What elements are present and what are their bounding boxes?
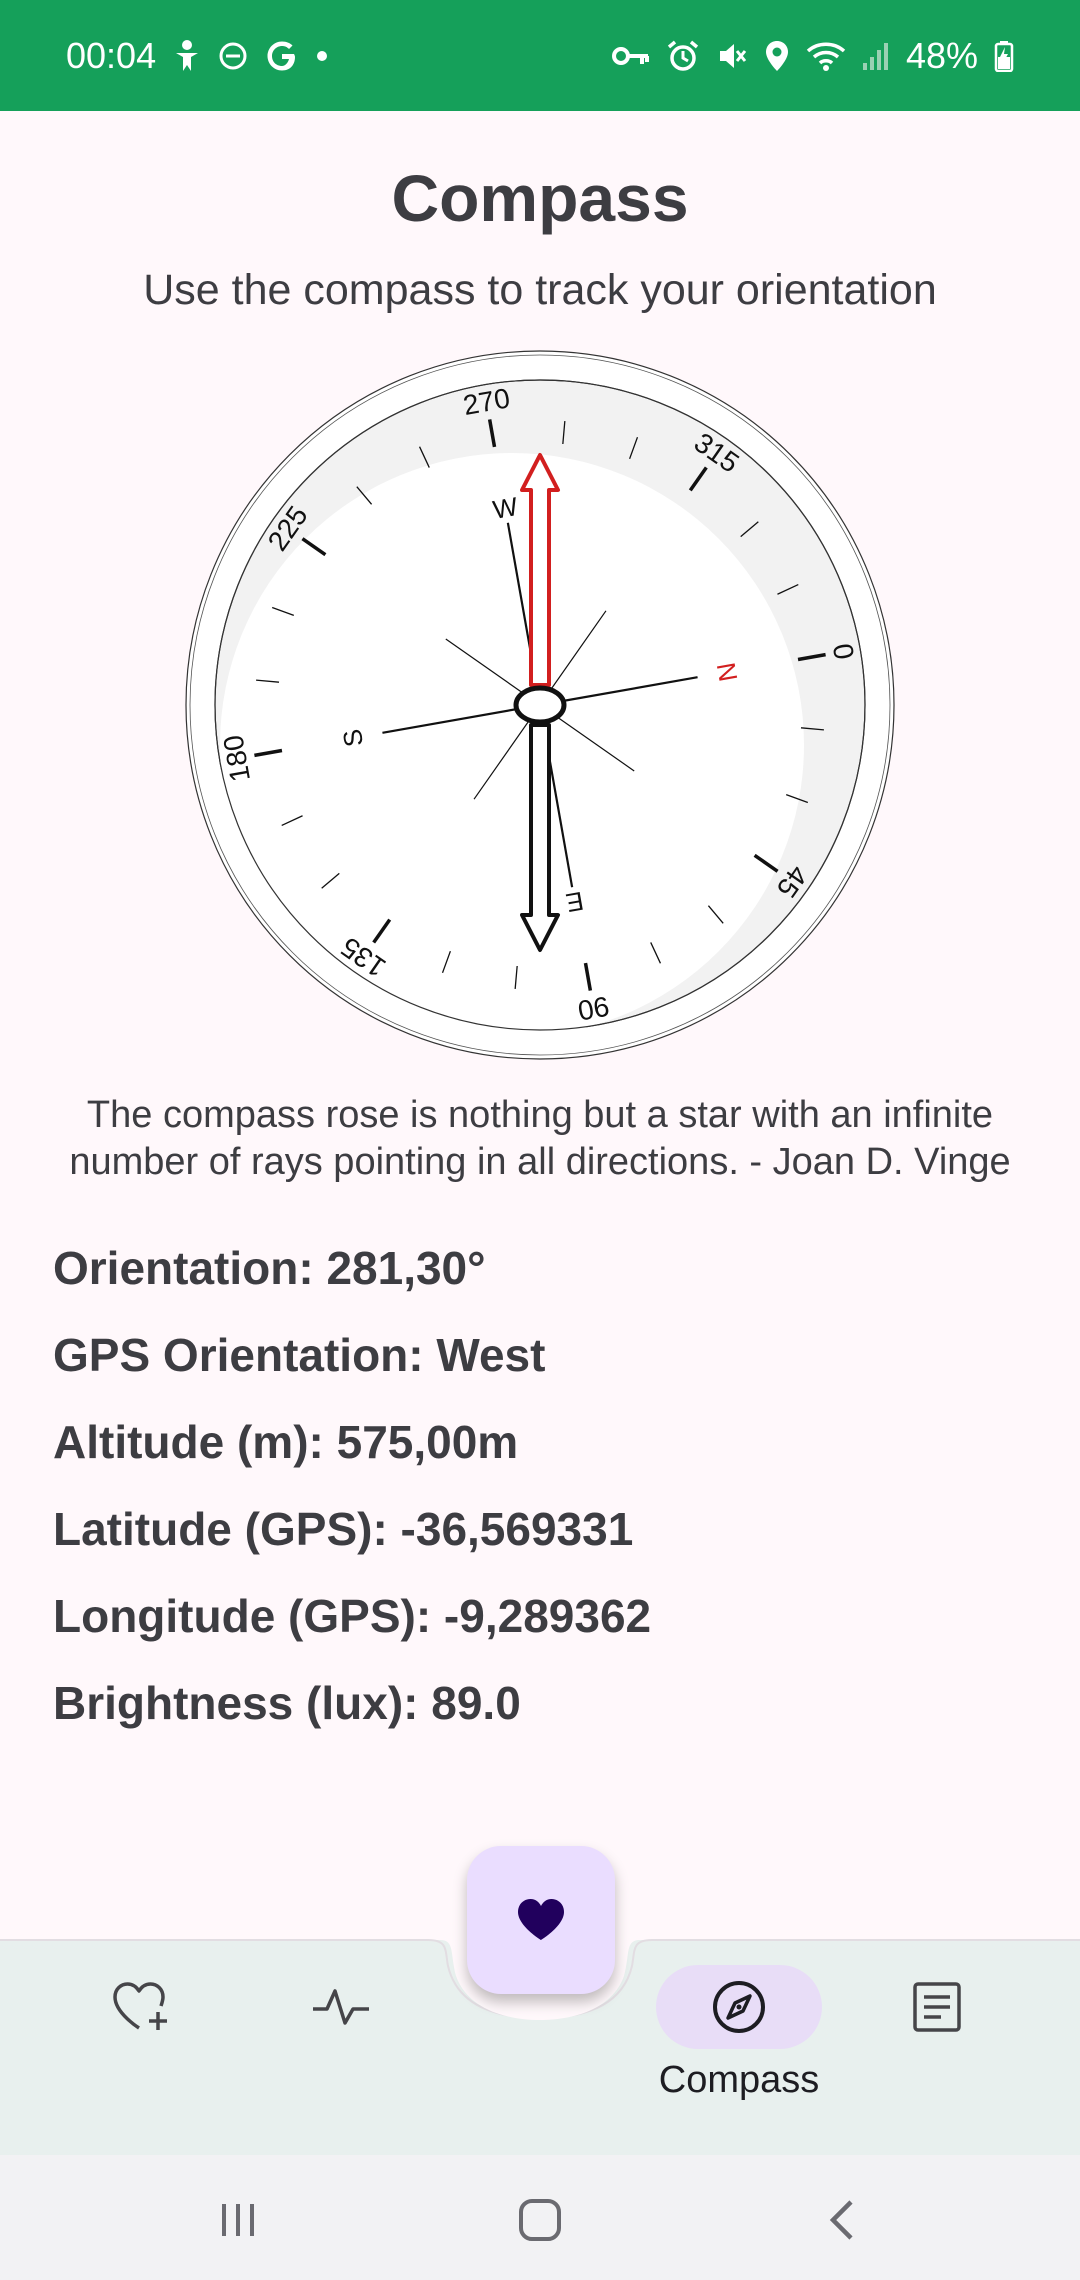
compass-icon — [713, 1981, 765, 2033]
orientation-readout: Orientation: 281,30° — [53, 1242, 486, 1294]
altitude-readout: Altitude (m): 575,00m — [53, 1416, 519, 1468]
status-bar: 00:04 48% — [0, 0, 1080, 111]
compass-svg: 04590135180225270315NESW — [185, 350, 895, 1060]
compass-hub — [513, 685, 567, 725]
battery-percent: 48% — [905, 34, 978, 76]
brightness-readout: Brightness (lux): 89.0 — [53, 1677, 521, 1729]
heart-add-icon — [113, 1982, 167, 2030]
alarm-icon — [666, 39, 700, 73]
home-icon — [519, 2199, 561, 2241]
recent-apps-icon — [222, 2204, 254, 2236]
nav-icon-container-active — [656, 1965, 822, 2049]
activity-icon — [313, 1989, 369, 2025]
status-bar-left: 00:04 — [66, 35, 328, 77]
readouts: Orientation: 281,30° GPS Orientation: We… — [53, 1240, 1013, 1762]
favorite-fab-button[interactable] — [467, 1846, 615, 1994]
mute-icon — [716, 40, 748, 72]
status-bar-right: 48% — [611, 34, 1014, 77]
latitude-readout: Latitude (GPS): -36,569331 — [53, 1503, 634, 1555]
signal-icon — [862, 41, 890, 71]
longitude-readout: Longitude (GPS): -9,289362 — [53, 1590, 652, 1642]
location-icon — [764, 39, 790, 73]
battery-icon — [994, 40, 1014, 72]
home-button[interactable] — [510, 2190, 570, 2250]
status-time: 00:04 — [66, 34, 157, 76]
nav-item-add-health[interactable] — [58, 1965, 224, 2135]
vpn-key-icon — [611, 43, 650, 69]
nav-label-compass: Compass — [658, 2059, 820, 2101]
compass-dial: 0 45 90 135 180 225 270 315 N E S W — [180, 350, 900, 1070]
back-button[interactable] — [812, 2190, 872, 2250]
gps-orientation-readout: GPS Orientation: West — [53, 1329, 546, 1381]
heart-icon — [518, 1899, 564, 1940]
recent-apps-button[interactable] — [208, 2190, 268, 2250]
back-icon — [829, 2200, 853, 2240]
nav-item-notes[interactable] — [854, 1965, 1020, 2135]
nav-icon-container — [854, 1965, 1020, 2049]
accessibility-icon — [172, 39, 202, 73]
google-icon — [264, 38, 300, 74]
page-subtitle: Use the compass to track your orientatio… — [143, 266, 937, 314]
quote-text: The compass rose is nothing but a star w… — [69, 1094, 1011, 1183]
dnd-icon — [218, 41, 248, 71]
nav-icon-container — [58, 1965, 224, 2049]
nav-icon-container — [258, 1965, 424, 2049]
notes-icon — [913, 1982, 961, 2032]
wifi-icon — [806, 40, 846, 72]
degree-label: 90 — [575, 990, 611, 1026]
nav-item-compass[interactable]: Compass — [656, 1965, 822, 2135]
dot-icon — [316, 50, 328, 62]
page-title: Compass — [391, 161, 689, 235]
system-navigation-bar — [0, 2155, 1080, 2280]
nav-item-activity[interactable] — [258, 1965, 424, 2135]
